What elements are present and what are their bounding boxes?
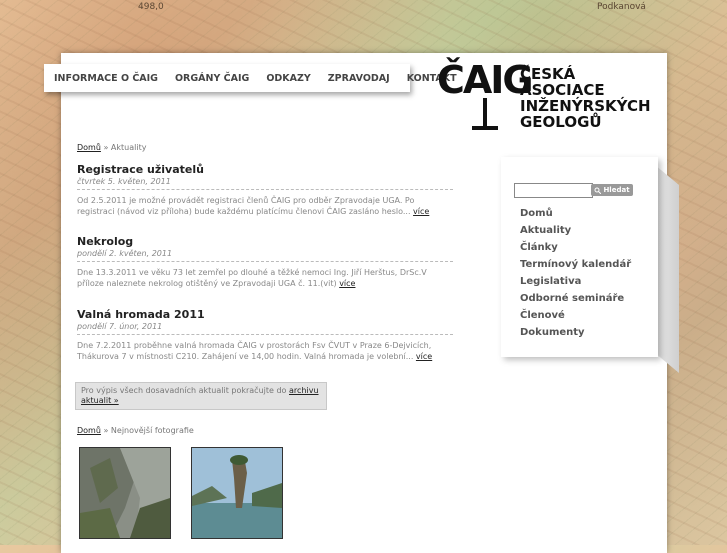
breadcrumb-home-link[interactable]: Domů [77, 426, 101, 435]
hammer-icon [472, 98, 498, 130]
logo-mark: ČAIG [437, 58, 534, 102]
sidebar-item-kalendar[interactable]: Termínový kalendář [520, 259, 631, 270]
breadcrumb: Domů » Aktuality [77, 143, 146, 152]
site-logo[interactable]: ČAIG ČESKÁ ASOCIACE INŽENÝRSKÝCH GEOLOGŮ [437, 58, 657, 132]
logo-line: ASOCIACE [520, 81, 605, 99]
search-button-label: Hledat [603, 186, 630, 194]
news-article: Registrace uživatelů čtvrtek 5. květen, … [77, 163, 453, 217]
breadcrumb-current: Aktuality [110, 143, 147, 152]
article-title[interactable]: Registrace uživatelů [77, 163, 453, 176]
article-excerpt: Dne 13.3.2011 ve věku 73 let zemřel po d… [77, 268, 453, 289]
nav-item-odkazy[interactable]: ODKAZY [266, 73, 310, 84]
search-button[interactable]: Hledat [591, 184, 633, 196]
nav-item-organy[interactable]: ORGÁNY ČAIG [175, 73, 249, 84]
read-more-link[interactable]: více [416, 352, 432, 361]
search-input[interactable] [514, 183, 593, 198]
article-date: pondělí 7. únor, 2011 [77, 322, 453, 335]
breadcrumb-home-link[interactable]: Domů [77, 143, 101, 152]
article-text: Dne 7.2.2011 proběhne valná hromada ČAIG… [77, 341, 432, 361]
sidebar-item-seminare[interactable]: Odborné semináře [520, 293, 624, 304]
article-text: Dne 13.3.2011 ve věku 73 let zemřel po d… [77, 268, 427, 288]
article-date: čtvrtek 5. květen, 2011 [77, 177, 453, 190]
top-navigation: INFORMACE O ČAIG ORGÁNY ČAIG ODKAZY ZPRA… [44, 64, 457, 92]
breadcrumb-separator: » [103, 143, 109, 152]
archive-notice: Pro výpis všech dosavadních aktualit pok… [75, 382, 327, 410]
article-excerpt: Od 2.5.2011 je možné provádět registraci… [77, 196, 453, 217]
article-excerpt: Dne 7.2.2011 proběhne valná hromada ČAIG… [77, 341, 453, 362]
photo-thumbnail[interactable] [79, 447, 171, 539]
sidebar-item-clanky[interactable]: Články [520, 242, 558, 253]
breadcrumb: Domů » Nejnovější fotografie [77, 426, 194, 435]
news-article: Valná hromada 2011 pondělí 7. únor, 2011… [77, 308, 453, 362]
news-article: Nekrolog pondělí 2. květen, 2011 Dne 13.… [77, 235, 453, 289]
rock-cliff-photo [80, 448, 170, 538]
sidebar-item-clenove[interactable]: Členové [520, 310, 565, 321]
read-more-link[interactable]: více [339, 279, 355, 288]
breadcrumb-separator: » [103, 426, 109, 435]
search-icon [594, 187, 602, 194]
article-title[interactable]: Nekrolog [77, 235, 453, 248]
nav-item-informace[interactable]: INFORMACE O ČAIG [54, 73, 158, 84]
logo-line: ČESKÁ [520, 65, 576, 83]
article-date: pondělí 2. květen, 2011 [77, 249, 453, 262]
sidebar-item-aktuality[interactable]: Aktuality [520, 225, 571, 236]
sidebar-item-legislativa[interactable]: Legislativa [520, 276, 581, 287]
breadcrumb-current: Nejnovější fotografie [110, 426, 194, 435]
map-label: Podkanová [597, 2, 646, 12]
sidebar-item-dokumenty[interactable]: Dokumenty [520, 327, 585, 338]
photo-thumbnail[interactable] [191, 447, 283, 539]
sidebar-fold-decoration [655, 165, 679, 373]
logo-line: INŽENÝRSKÝCH [520, 97, 651, 115]
nav-item-zpravodaj[interactable]: ZPRAVODAJ [328, 73, 390, 84]
map-label: 498,0 [138, 2, 164, 12]
article-text: Od 2.5.2011 je možné provádět registraci… [77, 196, 415, 216]
logo-line: GEOLOGŮ [520, 113, 602, 131]
archive-text: Pro výpis všech dosavadních aktualit pok… [81, 386, 287, 395]
sidebar-item-domu[interactable]: Domů [520, 208, 553, 219]
logo-text: ČESKÁ ASOCIACE INŽENÝRSKÝCH GEOLOGŮ [520, 66, 651, 130]
article-title[interactable]: Valná hromada 2011 [77, 308, 453, 321]
sea-rock-photo [192, 448, 282, 538]
read-more-link[interactable]: více [413, 207, 429, 216]
